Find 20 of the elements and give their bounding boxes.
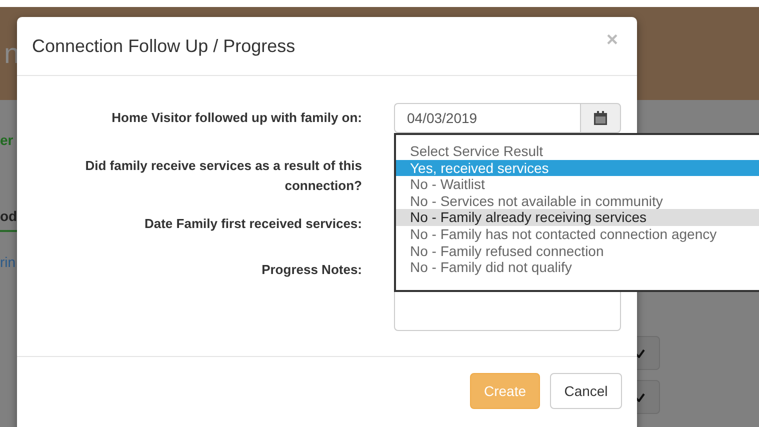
cancel-button[interactable]: Cancel [550,373,622,409]
dropdown-option[interactable]: No - Family refused connection [396,242,759,260]
dropdown-option[interactable]: No - Family did not qualify [396,259,759,276]
check-icon [635,392,645,402]
page-heading: er [0,132,14,148]
check-icon [635,348,645,358]
field-label: Date Family first received services: [143,215,362,233]
field-label: Progress Notes: [260,261,362,279]
dropdown-option[interactable]: No - Services not available in community [396,192,759,210]
calendar-button[interactable] [580,103,621,133]
field-label: Did family receive services as a result of this connection? [84,157,362,195]
calendar-icon [594,111,607,125]
field-label: Home Visitor followed up with family on: [110,109,362,127]
dropdown-option[interactable]: No - Waitlist [396,176,759,193]
modal-title: Connection Follow Up / Progress [32,36,296,56]
date-field[interactable]: 04/03/2019 [394,103,580,133]
dropdown-option[interactable]: No - Family has not contacted connection agency [396,226,759,243]
dropdown-option[interactable]: No - Family already receiving services [396,209,759,226]
dropdown-option[interactable]: Select Service Result [396,143,759,160]
dropdown-option[interactable]: Yes, received services [396,160,759,176]
